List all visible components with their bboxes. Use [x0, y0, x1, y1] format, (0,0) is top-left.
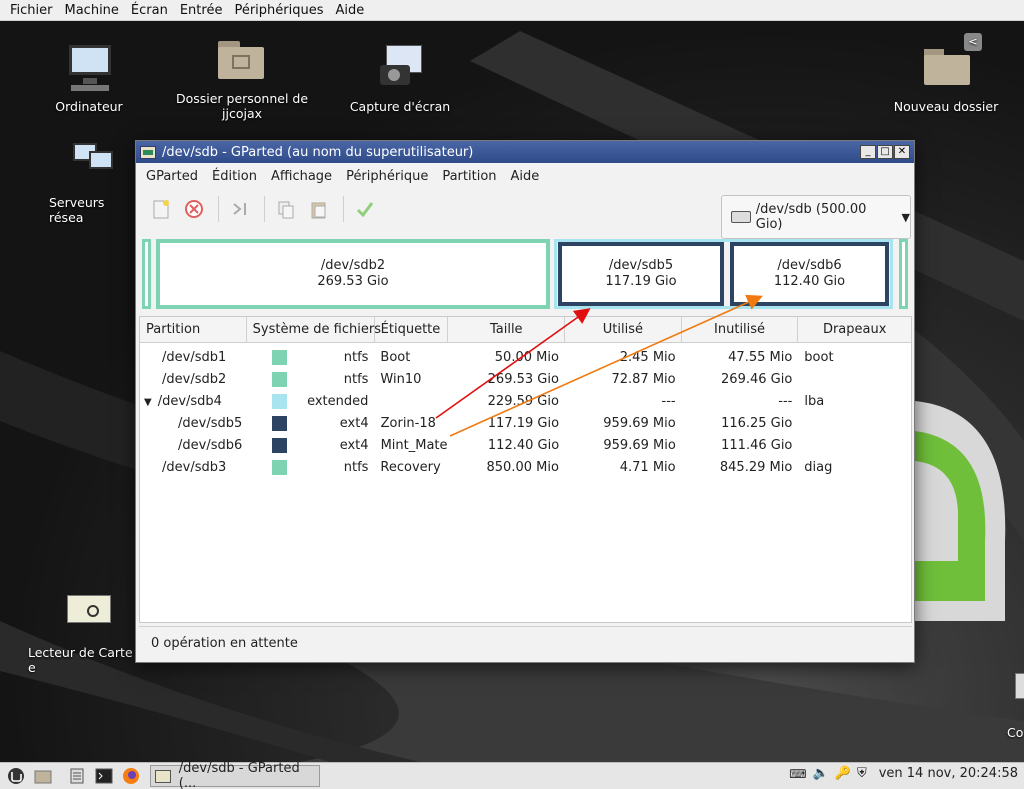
keyboard-icon[interactable]: ⌨ — [789, 767, 806, 781]
shield-icon[interactable]: ⛨ — [857, 766, 867, 781]
annotation-arrows — [435, 294, 763, 437]
system-tray: ⌨ 🔈 🔑 ⛨ ven 14 nov, 20:24:58 — [789, 766, 1018, 781]
taskbar: /dev/sdb - GParted (... ⌨ 🔈 🔑 ⛨ ven 14 n… — [0, 761, 1024, 789]
taskbar-item-label: /dev/sdb - GParted (... — [178, 761, 300, 789]
clock[interactable]: ven 14 nov, 20:24:58 — [879, 766, 1018, 781]
panel-icon[interactable] — [66, 765, 88, 787]
orange-arrow — [449, 294, 763, 437]
firefox-icon[interactable] — [120, 765, 142, 787]
terminal-icon[interactable] — [93, 765, 115, 787]
mint-menu-icon[interactable] — [5, 765, 27, 787]
file-manager-icon[interactable] — [32, 765, 54, 787]
volume-icon[interactable]: 🔈 — [813, 766, 829, 781]
gparted-app-icon — [155, 769, 171, 783]
red-arrow — [435, 308, 591, 419]
network-tray-icon[interactable]: 🔑 — [835, 766, 851, 781]
taskbar-item-gparted[interactable]: /dev/sdb - GParted (... — [150, 761, 320, 789]
